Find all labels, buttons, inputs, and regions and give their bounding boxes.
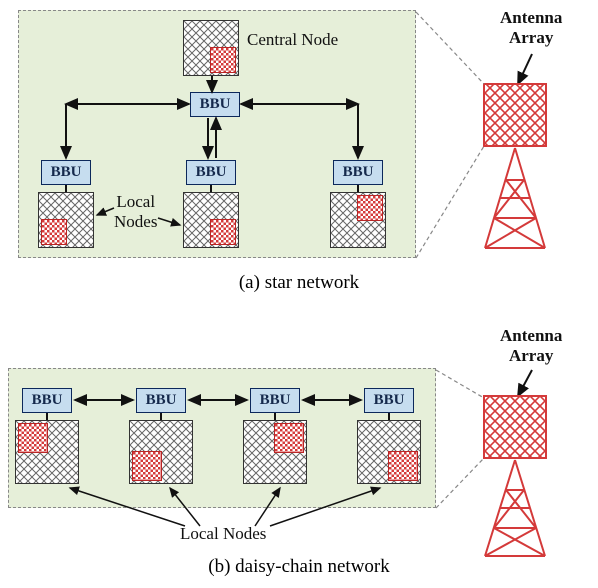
leadlines-bot <box>0 360 598 560</box>
caption-a: (a) star network <box>0 272 598 294</box>
leadlines-top <box>0 0 598 270</box>
caption-b: (b) daisy-chain network <box>0 556 598 578</box>
